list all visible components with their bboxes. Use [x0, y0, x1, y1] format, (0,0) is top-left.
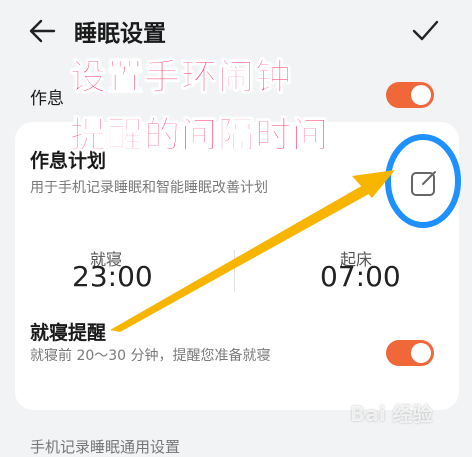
zuoxi-toggle[interactable]	[386, 82, 434, 108]
reminder-title: 就寝提醒	[30, 322, 107, 344]
overlay-text-line-1: 设置手环闹钟	[69, 57, 293, 99]
back-arrow-icon	[29, 19, 56, 43]
general-settings-heading: 手机记录睡眠通用设置	[30, 438, 181, 456]
baidu-watermark: Bai 经验	[350, 402, 433, 426]
edit-icon	[411, 171, 436, 196]
sleep-time[interactable]: 23:00	[72, 260, 153, 293]
reminder-description: 就寝前 20～30 分钟，提醒您准备就寝	[30, 348, 271, 364]
schedule-description: 用于手机记录睡眠和智能睡眠改善计划	[30, 180, 268, 196]
wake-time[interactable]: 07:00	[320, 260, 401, 293]
reminder-toggle[interactable]	[386, 340, 434, 366]
confirm-button[interactable]	[410, 17, 440, 45]
zuoxi-label: 作息	[30, 89, 64, 109]
back-button[interactable]	[28, 18, 58, 44]
edit-schedule-button[interactable]	[407, 166, 441, 200]
overlay-text-line-2: 提醒的间隔时间	[69, 115, 330, 157]
check-icon	[412, 20, 439, 41]
divider	[234, 250, 235, 292]
page-title: 睡眠设置	[74, 21, 166, 47]
